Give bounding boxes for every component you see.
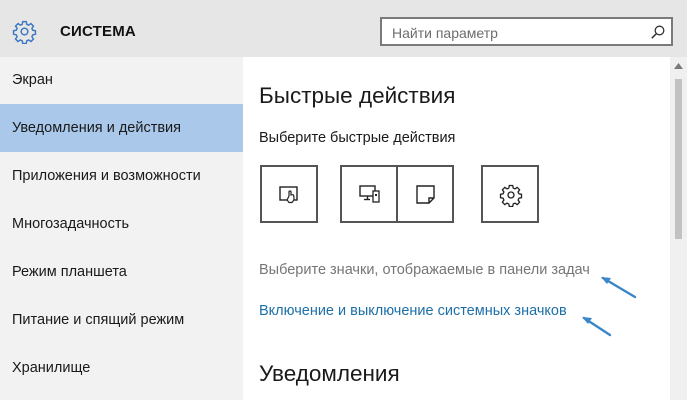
annotation-arrow-icon [582,316,612,337]
sidebar-item-label: Экран [12,72,53,88]
sidebar-item-label: Уведомления и действия [12,120,181,136]
search-placeholder: Найти параметр [392,25,498,41]
sidebar-item-display[interactable]: Экран [0,57,243,105]
search-icon[interactable] [650,24,666,40]
vertical-scrollbar[interactable] [670,57,687,400]
sidebar-item-label: Многозадачность [12,216,130,232]
scroll-up-icon[interactable] [674,63,683,69]
quick-action-tile-settings[interactable] [481,165,539,223]
quick-actions-subtitle: Выберите быстрые действия [259,130,456,146]
sidebar-item-storage[interactable]: Хранилище [0,345,243,393]
sidebar-item-tablet-mode[interactable]: Режим планшета [0,249,243,297]
sidebar: Экран Уведомления и действия Приложения … [0,57,243,400]
quick-action-tile-connect[interactable] [340,165,398,223]
quick-action-tile-note[interactable] [396,165,454,223]
scrollbar-thumb[interactable] [675,79,682,239]
sidebar-item-label: Режим планшета [12,264,127,280]
window-header: СИСТЕМА Найти параметр [0,0,687,57]
app-title: СИСТЕМА [60,23,136,40]
taskbar-icons-text[interactable]: Выберите значки, отображаемые в панели з… [259,262,590,278]
sidebar-item-power-sleep[interactable]: Питание и спящий режим [0,297,243,345]
sidebar-item-label: Хранилище [12,360,91,376]
annotation-arrow-icon [601,276,637,299]
system-icons-link[interactable]: Включение и выключение системных значков [259,303,567,319]
quick-action-tile-tablet-mode[interactable] [260,165,318,223]
sidebar-item-label: Приложения и возможности [12,168,201,184]
sidebar-item-apps[interactable]: Приложения и возможности [0,153,243,201]
settings-gear-icon [499,184,523,207]
sidebar-item-label: Питание и спящий режим [12,312,185,328]
quick-actions-heading: Быстрые действия [259,83,456,108]
connect-devices-icon [359,185,380,203]
sidebar-item-notifications[interactable]: Уведомления и действия [0,104,243,152]
tablet-mode-icon [279,186,298,204]
sidebar-item-multitasking[interactable]: Многозадачность [0,201,243,249]
main-panel: Быстрые действия Выберите быстрые действ… [243,57,670,400]
search-input[interactable]: Найти параметр [380,17,673,46]
notifications-heading: Уведомления [259,361,400,386]
settings-gear-icon [12,20,37,44]
note-icon [416,185,435,204]
